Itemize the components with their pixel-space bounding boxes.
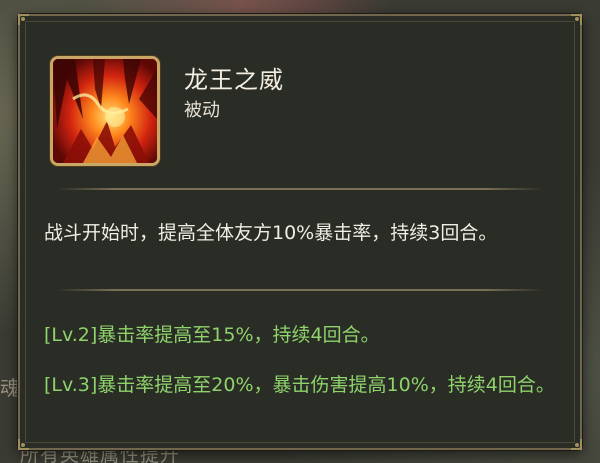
corner-ornament-icon (18, 439, 29, 450)
corner-ornament-icon (571, 14, 582, 25)
game-screen: 魂 所有英雄属性提升 龙王之威 被动 战斗开始时，提高全体友方10%暴击率，持续… (0, 0, 600, 463)
skill-tooltip-panel: 龙王之威 被动 战斗开始时，提高全体友方10%暴击率，持续3回合。 [Lv.2]… (18, 14, 582, 450)
skill-description: 战斗开始时，提高全体友方10%暴击率，持续3回合。 (44, 222, 498, 244)
level-3-upgrade-text: [Lv.3]暴击率提高至20%，暴击伤害提高10%，持续4回合。 (44, 374, 555, 396)
skill-name: 龙王之威 (184, 66, 284, 94)
dragon-king-flame-icon (50, 56, 160, 166)
background-text-left: 魂 (0, 376, 20, 400)
corner-ornament-icon (571, 439, 582, 450)
divider (56, 188, 544, 190)
corner-ornament-icon (18, 14, 29, 25)
divider (56, 289, 544, 291)
skill-type-label: 被动 (184, 100, 220, 121)
level-2-upgrade-text: [Lv.2]暴击率提高至15%，持续4回合。 (44, 324, 380, 346)
